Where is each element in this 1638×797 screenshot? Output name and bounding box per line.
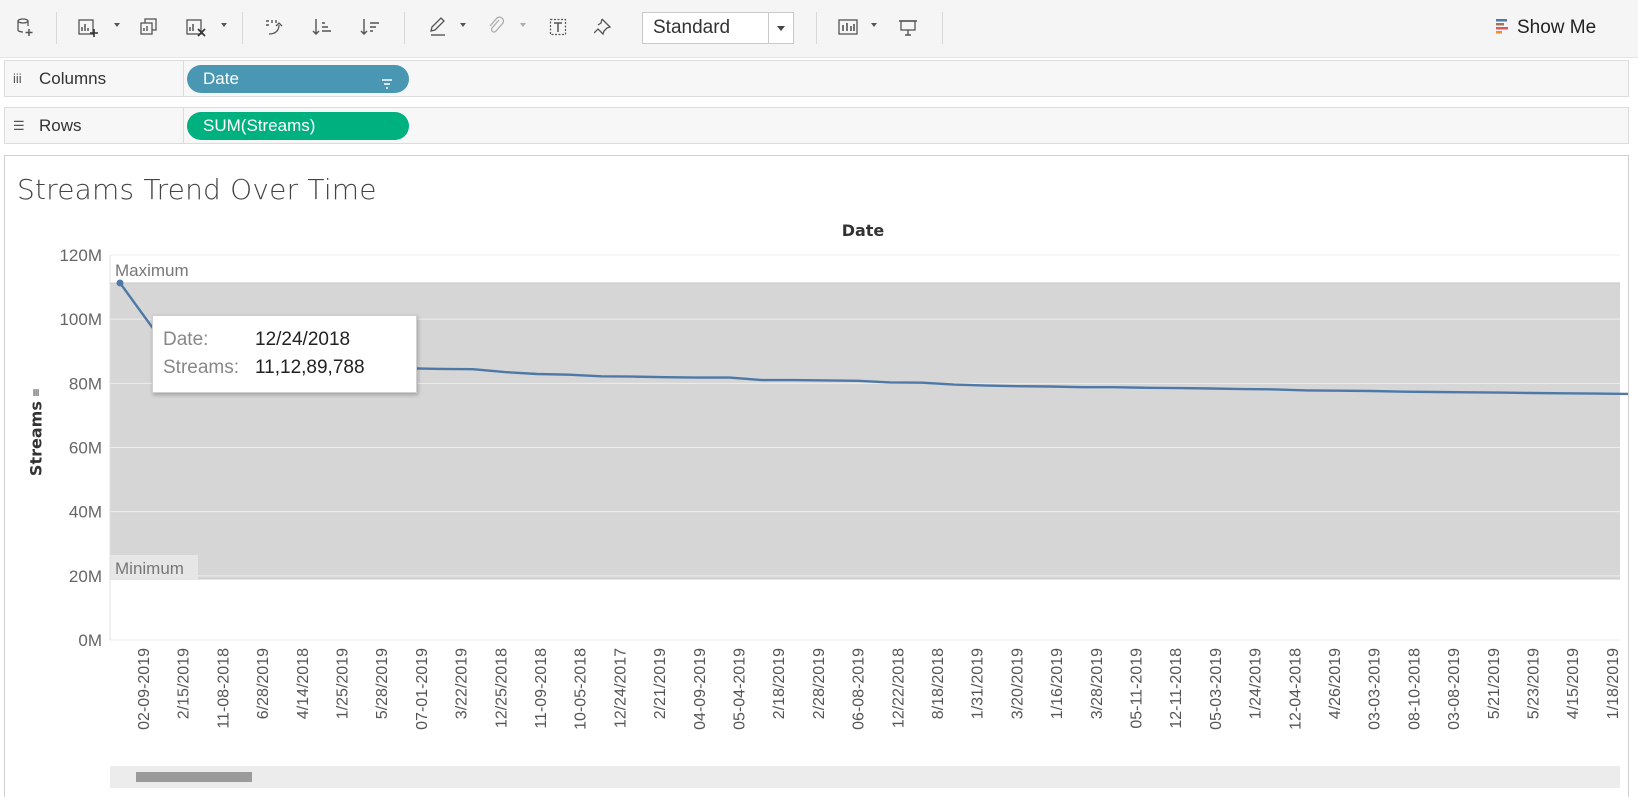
tooltip-date-label: Date: — [163, 329, 209, 350]
y-tick-label: 20M — [69, 567, 102, 586]
x-tick-label: 1/18/2019 — [1605, 648, 1622, 719]
tooltip-streams-label: Streams: — [163, 357, 240, 378]
x-tick-label: 05-03-2019 — [1208, 648, 1225, 730]
y-tick-label: 40M — [69, 503, 102, 522]
x-tick-label: 8/18/2018 — [930, 648, 947, 719]
x-tick-label: 12/22/2018 — [890, 648, 907, 728]
x-tick-label: 11-09-2018 — [533, 648, 550, 729]
tooltip-date-value: 12/24/2018 — [255, 329, 351, 350]
x-tick-label: 3/22/2019 — [454, 648, 471, 719]
reference-label-min: Minimum — [115, 559, 184, 578]
x-tick-label: 12-11-2018 — [1168, 648, 1185, 729]
y-tick-label: 100M — [59, 310, 102, 329]
x-tick-label: 2/15/2019 — [176, 648, 193, 719]
x-tick-label: 4/26/2019 — [1327, 648, 1344, 719]
x-tick-label: 2/18/2019 — [771, 648, 788, 719]
x-tick-label: 10-05-2018 — [573, 648, 590, 730]
x-tick-label: 05-04-2019 — [732, 648, 749, 730]
x-tick-label: 6/28/2019 — [255, 648, 272, 719]
x-tick-label: 1/24/2019 — [1248, 648, 1265, 719]
tooltip: Date: 12/24/2018 Streams: 11,12,89,788 — [152, 315, 417, 393]
x-tick-label: 4/14/2018 — [295, 648, 312, 719]
tooltip-streams-value: 11,12,89,788 — [255, 357, 365, 378]
x-tick-label: 03-08-2019 — [1446, 648, 1463, 730]
horizontal-scrollbar[interactable] — [110, 766, 1620, 788]
y-tick-label: 0M — [78, 631, 102, 650]
x-tick-label: 1/25/2019 — [335, 648, 352, 719]
x-tick-label: 4/15/2019 — [1565, 648, 1582, 719]
x-tick-label: 12-04-2018 — [1287, 648, 1304, 730]
x-tick-label: 5/23/2019 — [1526, 648, 1543, 719]
x-tick-label: 5/28/2019 — [374, 648, 391, 719]
y-tick-label: 80M — [69, 374, 102, 393]
x-tick-label: 11-08-2018 — [215, 648, 232, 729]
reference-label-max: Maximum — [115, 261, 189, 280]
y-tick-label: 60M — [69, 439, 102, 458]
x-tick-label: 3/20/2019 — [1009, 648, 1026, 719]
x-tick-label: 2/21/2019 — [652, 648, 669, 719]
x-tick-label: 12/25/2018 — [493, 648, 510, 728]
x-tick-label: 02-09-2019 — [136, 648, 153, 730]
x-tick-label: 5/21/2019 — [1486, 648, 1503, 719]
x-tick-label: 12/24/2017 — [612, 648, 629, 728]
x-tick-label: 1/16/2019 — [1049, 648, 1066, 719]
x-tick-label: 06-08-2019 — [851, 648, 868, 730]
y-tick-label: 120M — [59, 246, 102, 265]
x-tick-label: 08-10-2018 — [1406, 648, 1423, 730]
x-tick-label: 3/28/2019 — [1089, 648, 1106, 719]
x-tick-label: 05-11-2019 — [1129, 648, 1146, 729]
x-tick-label: 03-03-2019 — [1367, 648, 1384, 730]
highlighted-point — [116, 279, 124, 287]
line-chart[interactable]: 0M 20M 40M 60M 80M 100M 120M Minimum Maximum 02-0… — [0, 0, 1638, 797]
x-tick-label: 2/28/2019 — [811, 648, 828, 719]
scrollbar-thumb[interactable] — [136, 772, 252, 782]
x-tick-label: 1/31/2019 — [970, 648, 987, 719]
x-tick-label: 07-01-2019 — [414, 648, 431, 730]
x-tick-label: 04-09-2019 — [692, 648, 709, 730]
